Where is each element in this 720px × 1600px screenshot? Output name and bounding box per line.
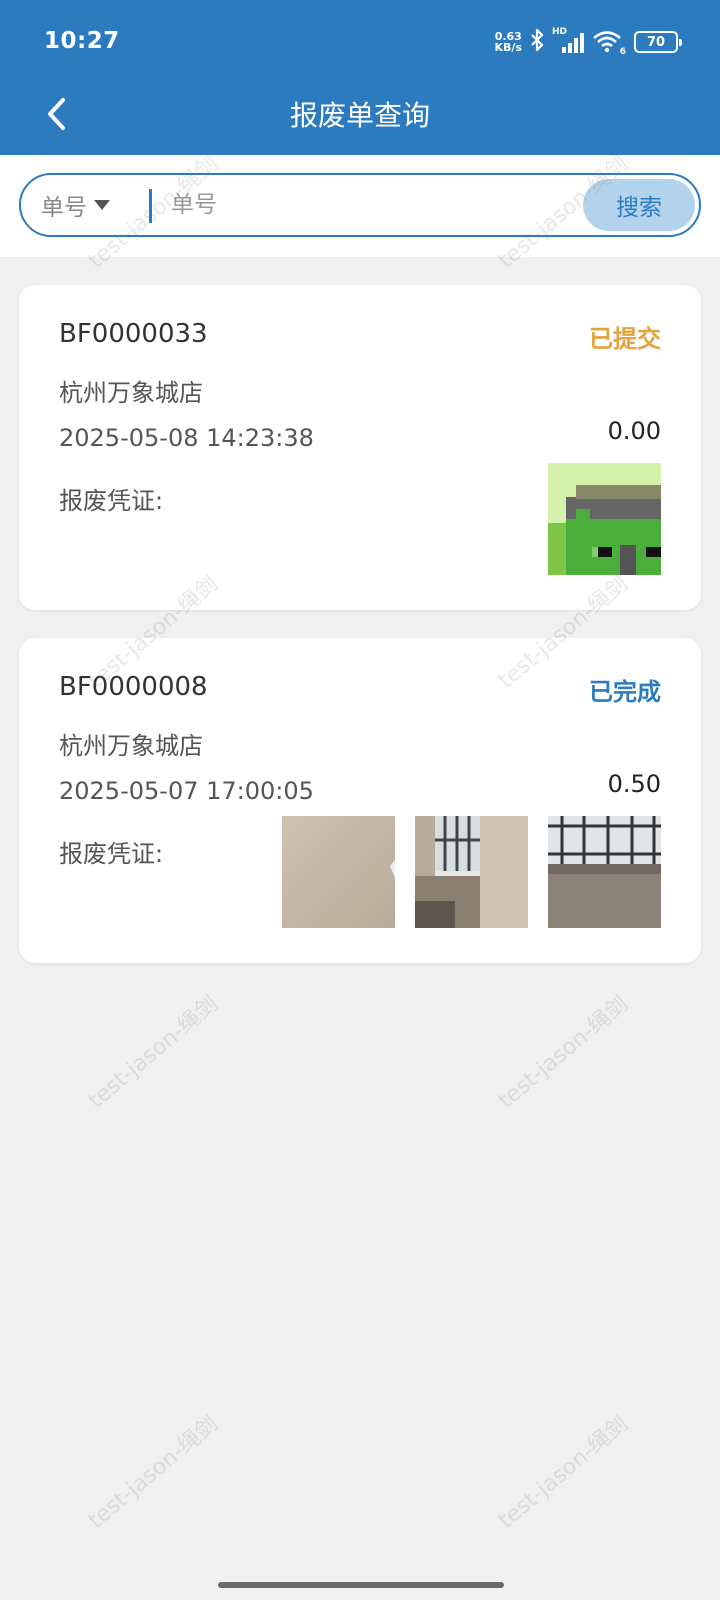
battery-level: 70 [646,34,666,50]
voucher-label: 报废凭证: [59,840,164,868]
order-datetime: 2025-05-08 14:23:38 [59,424,314,452]
bluetooth-icon [530,28,544,56]
status-time: 10:27 [44,28,120,54]
store-name: 杭州万象城店 [59,732,203,760]
voucher-thumbnails [282,816,661,928]
order-amount: 0.00 [607,417,661,445]
search-input[interactable] [171,181,561,229]
voucher-thumbnails [548,463,661,575]
order-number: BF0000033 [59,319,208,349]
page-title: 报废单查询 [289,99,430,132]
voucher-thumbnail[interactable] [282,816,395,928]
search-divider [149,189,152,223]
watermark: test-jason-绳剑 [83,1411,223,1534]
search-button[interactable]: 搜索 [583,179,695,231]
order-status-badge: 已完成 [589,678,661,706]
network-speed-unit: KB/s [494,41,522,54]
search-type-dropdown[interactable]: 单号 [41,175,111,235]
voucher-thumbnail[interactable] [548,463,661,575]
voucher-label: 报废凭证: [59,487,164,515]
order-amount: 0.50 [607,770,661,798]
search-box: 单号 搜索 [19,173,701,237]
order-number: BF0000008 [59,672,208,702]
voucher-thumbnail[interactable] [548,816,661,928]
status-icons: 0.63 KB/s HD 6 70 [495,26,682,58]
store-name: 杭州万象城店 [59,379,203,407]
cellular-signal-icon: HD [552,27,584,55]
home-indicator[interactable] [218,1582,504,1588]
battery-icon: 70 [634,31,682,53]
order-card[interactable]: BF0000008 已完成 杭州万象城店 2025-05-07 17:00:05… [19,638,701,963]
wall-photo-image [282,816,395,928]
order-datetime: 2025-05-07 17:00:05 [59,777,314,805]
network-speed: 0.63 KB/s [495,31,522,53]
wifi-generation-label: 6 [619,47,626,57]
search-area: 单号 搜索 [0,155,720,257]
order-status-badge: 已提交 [589,325,661,353]
watermark: test-jason-绳剑 [493,991,633,1114]
nav-bar: 报废单查询 [0,80,720,155]
watermark: test-jason-绳剑 [83,991,223,1114]
watermark: test-jason-绳剑 [493,1411,633,1534]
app-header: 10:27 0.63 KB/s HD 6 70 报废单查询 [0,0,720,155]
room-window-photo-image [415,816,528,928]
voucher-thumbnail[interactable] [415,816,528,928]
pixel-house-image [548,463,661,575]
caret-down-icon [94,200,110,210]
window-sill-photo-image [548,816,661,928]
wifi-icon: 6 [592,29,626,57]
order-card[interactable]: BF0000033 已提交 杭州万象城店 2025-05-08 14:23:38… [19,285,701,610]
search-type-label: 单号 [41,195,87,221]
